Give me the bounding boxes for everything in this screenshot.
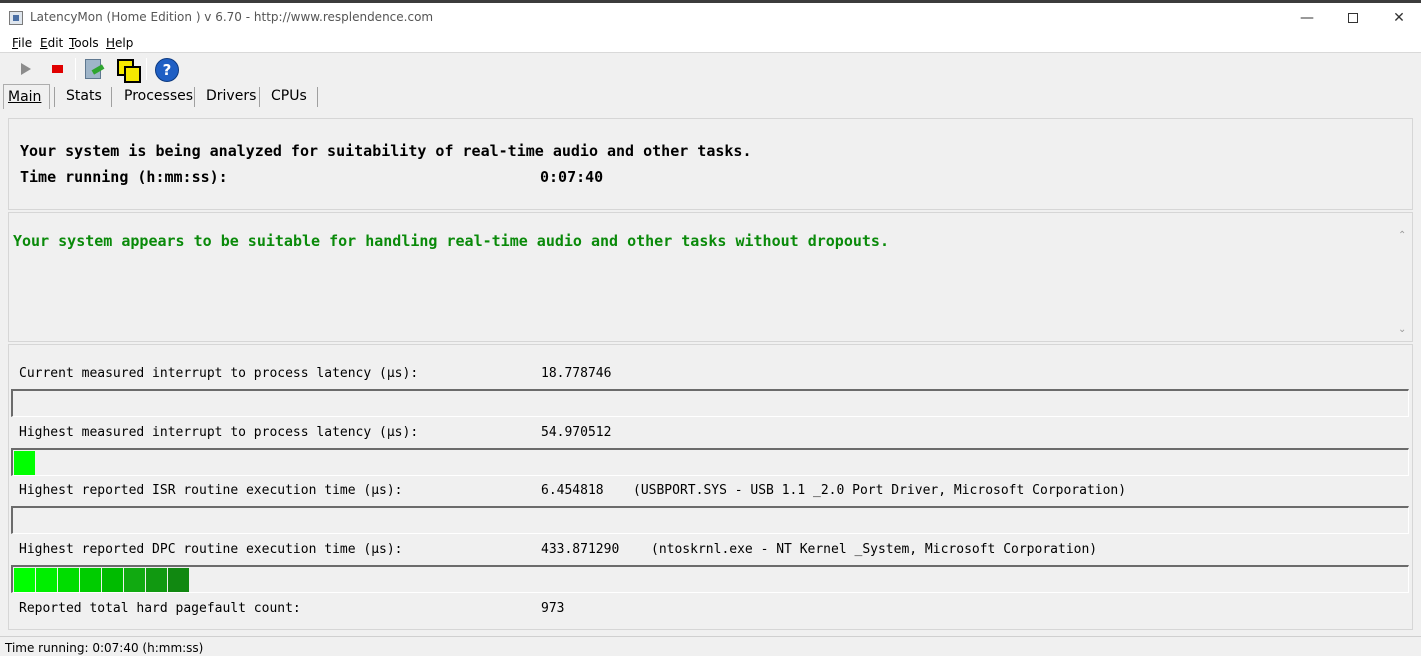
latency-bar [11,389,1409,417]
tab-stats[interactable]: Stats [62,84,106,109]
menu-help[interactable]: Help [106,36,133,50]
menu-file[interactable]: File [12,36,32,50]
title-bar[interactable]: LatencyMon (Home Edition ) v 6.70 - http… [0,3,1421,33]
bar-segment [146,568,167,592]
bar-segment [124,568,145,592]
bar-segment [14,451,35,475]
bar-fill [14,568,190,592]
settings-tool-icon[interactable] [82,57,106,81]
window-title: LatencyMon (Home Edition ) v 6.70 - http… [30,10,434,24]
analyzing-text: Your system is being analyzed for suitab… [20,142,752,160]
minimize-button[interactable]: — [1284,3,1330,33]
toolbar [0,54,1421,84]
tab-separator [111,87,112,107]
scroll-down-icon[interactable]: ⌄ [1398,324,1406,335]
tab-separator [194,87,195,107]
latency-bar [11,506,1409,534]
metric-value: 433.871290 [541,542,620,557]
metric-label: Reported total hard pagefault count: [19,601,301,616]
bar-segment [168,568,189,592]
metric-value: 973 [541,601,565,616]
metric-label: Current measured interrupt to process la… [19,366,419,381]
time-running-value: 0:07:40 [540,168,604,186]
verdict-message: Your system appears to be suitable for h… [13,232,889,250]
bar-segment [36,568,57,592]
menu-edit[interactable]: Edit [40,36,63,50]
bar-segment [58,568,79,592]
bar-fill [14,451,36,475]
metric-label: Highest measured interrupt to process la… [19,425,419,440]
verdict-scrollbar[interactable]: ⌃ ⌄ [1395,228,1411,342]
tab-processes[interactable]: Processes [120,84,197,109]
tab-separator [54,87,55,107]
tab-cpus[interactable]: CPUs [267,84,311,109]
bar-segment [14,568,35,592]
app-icon [9,11,23,25]
tab-separator [259,87,260,107]
window-tool-icon[interactable] [115,57,141,83]
bar-segment [80,568,101,592]
bar-segment [102,568,123,592]
latency-bar [11,448,1409,476]
toolbar-separator [75,58,76,80]
time-running-label: Time running (h:mm:ss): [20,168,228,186]
summary-panel [8,118,1413,210]
metric-label: Highest reported DPC routine execution t… [19,542,403,557]
status-bar: Time running: 0:07:40 (h:mm:ss) [0,636,1421,656]
help-icon[interactable] [154,57,179,82]
latency-bar [11,565,1409,593]
maximize-button[interactable] [1330,3,1376,33]
metric-label: Highest reported ISR routine execution t… [19,483,403,498]
play-icon[interactable] [13,57,37,81]
tab-drivers[interactable]: Drivers [202,84,260,109]
metric-detail: (USBPORT.SYS - USB 1.1 _2.0 Port Driver,… [633,483,1127,498]
tab-strip: Main Stats Processes Drivers CPUs [0,84,1421,110]
tab-main[interactable]: Main [3,84,50,109]
metric-detail: (ntoskrnl.exe - NT Kernel _System, Micro… [651,542,1098,557]
stop-icon[interactable] [45,57,69,81]
maximize-icon [1348,13,1358,23]
menu-tools[interactable]: Tools [69,36,99,50]
close-button[interactable]: ✕ [1376,3,1421,33]
menu-bar: File Edit Tools Help [0,33,1421,53]
status-text: Time running: 0:07:40 (h:mm:ss) [5,641,204,655]
scroll-up-icon[interactable]: ⌃ [1398,230,1406,241]
metric-value: 18.778746 [541,366,612,381]
tab-separator [317,87,318,107]
metric-value: 6.454818 [541,483,604,498]
toolbar-separator [146,58,147,80]
metric-value: 54.970512 [541,425,612,440]
